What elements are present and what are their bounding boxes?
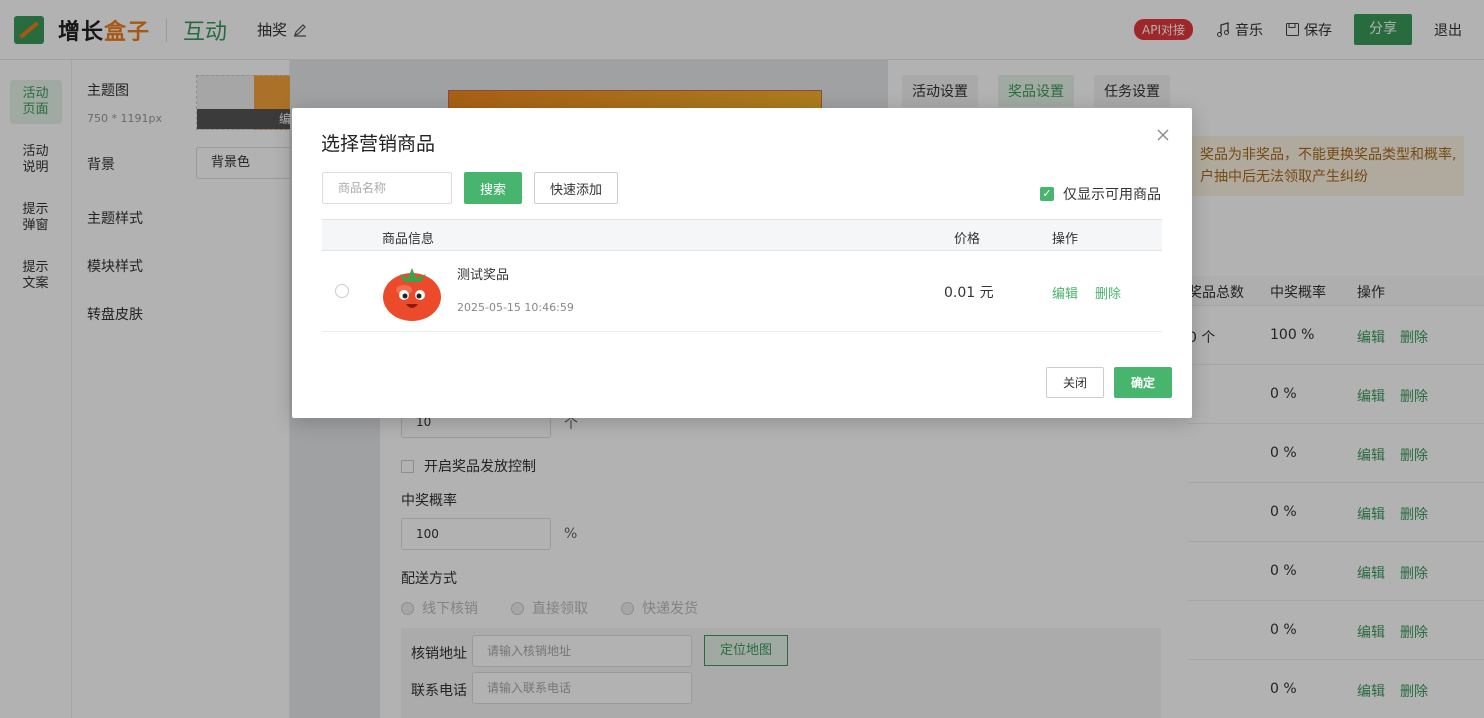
- only-available-label: 仅显示可用商品: [1063, 187, 1161, 203]
- modal-title: 选择营销商品: [321, 133, 436, 155]
- col-product-info: 商品信息: [382, 232, 435, 247]
- table-row: 测试奖品 2025-05-15 10:46:59 0.01 元 编辑 删除: [322, 251, 1162, 332]
- quick-add-button[interactable]: 快速添加: [534, 172, 618, 204]
- search-button[interactable]: 搜索: [464, 172, 522, 204]
- product-search-input[interactable]: 商品名称: [322, 172, 452, 204]
- product-radio[interactable]: [335, 284, 349, 298]
- product-time: 2025-05-15 10:46:59: [457, 301, 574, 314]
- product-delete-link[interactable]: 删除: [1095, 283, 1121, 302]
- close-button[interactable]: 关闭: [1046, 367, 1104, 398]
- product-edit-link[interactable]: 编辑: [1052, 283, 1078, 302]
- checkmark-icon: ✓: [1040, 187, 1054, 201]
- product-price: 0.01 元: [944, 285, 994, 301]
- product-name: 测试奖品: [457, 268, 510, 283]
- confirm-button[interactable]: 确定: [1114, 367, 1172, 398]
- close-icon[interactable]: [1156, 126, 1170, 147]
- tomato-product-image: [383, 268, 441, 321]
- product-table-header: 商品信息 价格 操作: [322, 219, 1162, 251]
- select-product-modal: 选择营销商品 商品名称 搜索 快速添加 ✓ 仅显示可用商品 商品信息 价格 操作…: [292, 108, 1192, 418]
- col-price: 价格: [954, 232, 981, 247]
- col-action: 操作: [1052, 232, 1079, 247]
- only-available-checkbox[interactable]: ✓ 仅显示可用商品: [1040, 184, 1161, 204]
